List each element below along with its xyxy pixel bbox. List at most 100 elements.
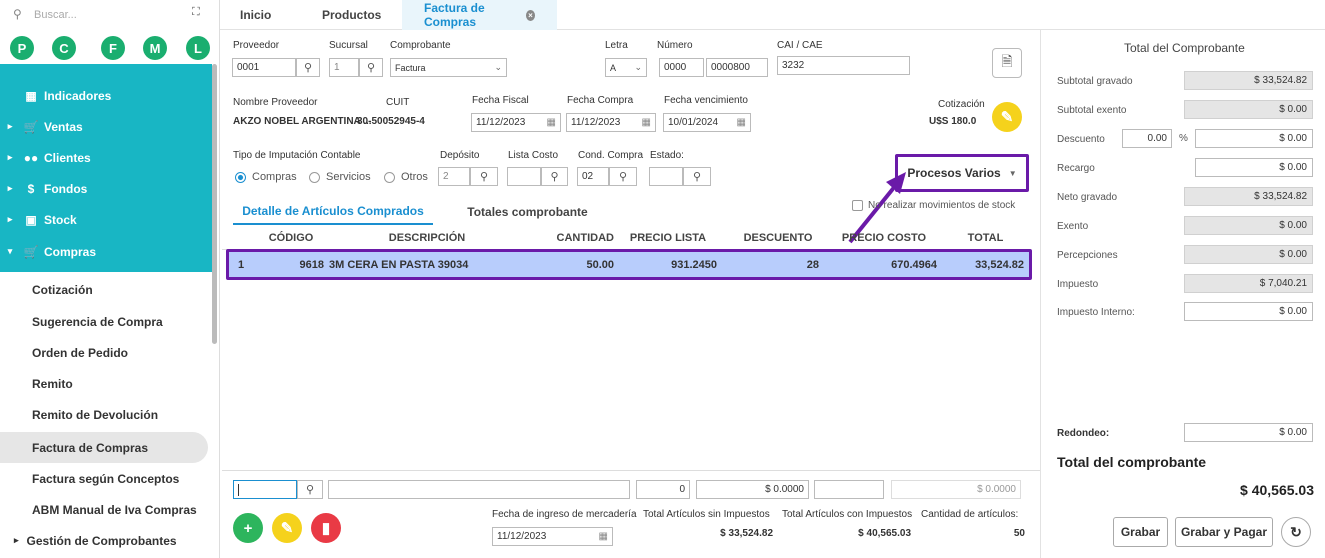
sidebar-item-label: Clientes <box>44 150 91 165</box>
proveedor-search-button[interactable]: ⚲ <box>296 58 320 77</box>
sidebar-item-stock[interactable]: ▸ ▣ Stock <box>0 204 212 235</box>
fecha-compra-input[interactable]: 11/12/2023 ▦ <box>566 113 656 132</box>
entry-search-button[interactable]: ⚲ <box>297 480 323 499</box>
document-button[interactable]: 🗎 <box>992 48 1022 78</box>
calendar-icon[interactable]: ▦ <box>547 117 556 128</box>
recargo-input[interactable]: $ 0.00 <box>1195 158 1313 177</box>
fecha-ingreso-label: Fecha de ingreso de mercadería <box>492 509 637 520</box>
deposito-search-button[interactable]: ⚲ <box>470 167 498 186</box>
col-descuento[interactable]: DESCUENTO <box>728 225 828 250</box>
cotizacion-label: Cotización <box>938 99 985 110</box>
lista-costo-search-button[interactable]: ⚲ <box>541 167 568 186</box>
entry-price-input[interactable]: $ 0.0000 <box>696 480 809 499</box>
sidebar-sub-gestion[interactable]: ▸ Gestión de Comprobantes <box>0 525 208 556</box>
calendar-icon[interactable]: ▦ <box>642 117 651 128</box>
subtotal-exento-value: $ 0.00 <box>1184 100 1313 119</box>
tab-label: Factura de Compras <box>424 1 485 29</box>
proveedor-input[interactable]: 0001 <box>232 58 296 77</box>
estado-input[interactable] <box>649 167 683 186</box>
calendar-icon[interactable]: ▦ <box>599 531 608 542</box>
sidebar-sub-label: Factura de Compras <box>32 440 149 455</box>
entry-description-input[interactable] <box>328 480 630 499</box>
col-precio-lista[interactable]: PRECIO LISTA <box>618 225 718 250</box>
refresh-button[interactable]: ↻ <box>1281 517 1311 547</box>
add-item-button[interactable]: + <box>233 513 263 543</box>
tab-factura-compras[interactable]: Factura de Compras × <box>402 0 557 30</box>
nombre-proveedor-value: AKZO NOBEL ARGENTINA ... <box>233 116 372 127</box>
grabar-pagar-button[interactable]: Grabar y Pagar <box>1175 517 1273 547</box>
fullscreen-icon[interactable]: ⛶ <box>192 6 200 19</box>
fecha-ingreso-input[interactable]: 11/12/2023 ▦ <box>492 527 613 546</box>
sidebar-item-compras[interactable]: ▾ 🛒 Compras <box>0 236 212 267</box>
subtab-totales[interactable]: Totales comprobante <box>460 199 595 225</box>
sidebar-sub-cotizacion[interactable]: Cotización <box>0 274 208 305</box>
sidebar-item-ventas[interactable]: ▸ 🛒 Ventas <box>0 111 212 142</box>
calendar-icon[interactable]: ▦ <box>737 117 746 128</box>
entry-qty-input[interactable]: 0 <box>636 480 690 499</box>
comprobante-label: Comprobante <box>390 40 451 51</box>
numero-b-input[interactable]: 0000800 <box>706 58 768 77</box>
impuesto-interno-input[interactable]: $ 0.00 <box>1184 302 1313 321</box>
no-realizar-checkbox[interactable]: No realizar movimientos de stock <box>852 200 1015 211</box>
radio-otros[interactable]: Otros <box>384 171 428 183</box>
edit-cotizacion-button[interactable]: ✎ <box>992 102 1022 132</box>
people-icon: ●● <box>23 150 39 165</box>
entry-code-input[interactable] <box>233 480 297 499</box>
radio-servicios[interactable]: Servicios <box>309 171 371 183</box>
estado-search-button[interactable]: ⚲ <box>683 167 711 186</box>
cond-compra-search-button[interactable]: ⚲ <box>609 167 637 186</box>
cai-input[interactable]: 3232 <box>777 56 910 75</box>
sidebar-sub-sugerencia[interactable]: Sugerencia de Compra <box>0 306 208 337</box>
letra-select[interactable]: A ⌄ <box>605 58 647 77</box>
comprobante-select[interactable]: Factura ⌄ <box>390 58 507 77</box>
sidebar-sub-factura-compras[interactable]: Factura de Compras <box>0 432 208 463</box>
cond-compra-input[interactable]: 02 <box>577 167 609 186</box>
entry-discount-input[interactable] <box>814 480 884 499</box>
sidebar-search[interactable]: ⚲ Buscar... ⛶ <box>0 0 220 30</box>
search-icon: ⚲ <box>479 171 489 183</box>
circle-l-button[interactable]: L <box>186 36 210 60</box>
edit-item-button[interactable]: ✎ <box>272 513 302 543</box>
lista-costo-input[interactable] <box>507 167 541 186</box>
col-codigo[interactable]: CÓDIGO <box>250 225 332 250</box>
col-cantidad[interactable]: CANTIDAD <box>534 225 614 250</box>
sidebar-sub-remito-devolucion[interactable]: Remito de Devolución <box>0 399 208 430</box>
grabar-button[interactable]: Grabar <box>1113 517 1168 547</box>
sidebar-item-clientes[interactable]: ▸ ●● Clientes <box>0 142 212 173</box>
delete-item-button[interactable]: ▮ <box>311 513 341 543</box>
circle-m-button[interactable]: M <box>143 36 167 60</box>
sidebar-sub-abm-iva[interactable]: ABM Manual de Iva Compras <box>0 494 208 525</box>
col-total[interactable]: TOTAL <box>948 225 1023 250</box>
redondeo-input[interactable]: $ 0.00 <box>1184 423 1313 442</box>
subtab-detalle[interactable]: Detalle de Artículos Comprados <box>233 199 433 225</box>
col-descripcion[interactable]: DESCRIPCIÓN <box>332 225 522 250</box>
deposito-input[interactable]: 2 <box>438 167 470 186</box>
close-tab-icon[interactable]: × <box>525 9 535 21</box>
trash-icon: ▮ <box>321 520 331 537</box>
fecha-vencimiento-value: 10/01/2024 <box>668 117 719 128</box>
tab-inicio[interactable]: Inicio <box>230 0 281 30</box>
sidebar-item-indicadores[interactable]: ▦ Indicadores <box>0 80 212 111</box>
procesos-varios-button[interactable]: Procesos Varios ▼ <box>895 154 1029 192</box>
radio-compras[interactable]: Compras <box>235 171 297 183</box>
circle-p-button[interactable]: P <box>10 36 34 60</box>
descuento-value-input[interactable]: $ 0.00 <box>1195 129 1313 148</box>
descuento-pct-input[interactable]: 0.00 <box>1122 129 1172 148</box>
numero-a-input[interactable]: 0000 <box>659 58 704 77</box>
sidebar-sub-remito[interactable]: Remito <box>0 368 208 399</box>
sidebar-item-fondos[interactable]: ▸ $ Fondos <box>0 173 212 204</box>
sidebar-scrollbar[interactable] <box>212 64 217 344</box>
col-precio-costo[interactable]: PRECIO COSTO <box>834 225 934 250</box>
tab-productos[interactable]: Productos <box>312 0 391 30</box>
chevron-down-icon: ▾ <box>7 246 13 256</box>
circle-c-button[interactable]: C <box>52 36 76 60</box>
sidebar-sub-factura-conceptos[interactable]: Factura según Conceptos <box>0 463 208 494</box>
cotizacion-value: U$S 180.0 <box>929 116 977 127</box>
fecha-vencimiento-input[interactable]: 10/01/2024 ▦ <box>663 113 751 132</box>
circle-f-button[interactable]: F <box>101 36 125 60</box>
fecha-fiscal-input[interactable]: 11/12/2023 ▦ <box>471 113 561 132</box>
cond-compra-label: Cond. Compra <box>578 150 644 161</box>
sucursal-input[interactable]: 1 <box>329 58 359 77</box>
sidebar-sub-orden-pedido[interactable]: Orden de Pedido <box>0 337 208 368</box>
sucursal-search-button[interactable]: ⚲ <box>359 58 383 77</box>
